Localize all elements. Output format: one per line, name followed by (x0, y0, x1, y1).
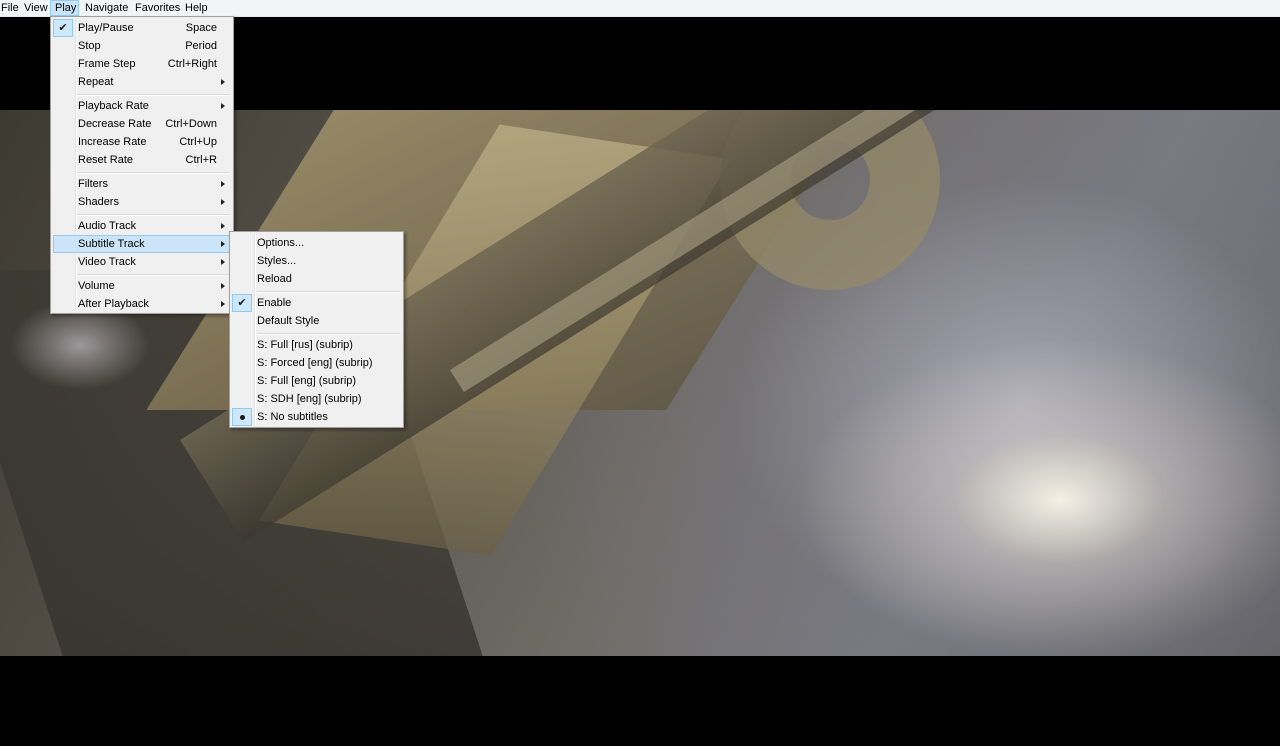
menu-item-label: S: Forced [eng] (subrip) (257, 357, 373, 369)
menu-item-subtitle-styles[interactable]: Styles... (232, 252, 401, 270)
menu-item-label: Video Track (78, 256, 136, 268)
menu-item-subtitle-reload[interactable]: Reload (232, 270, 401, 288)
menu-item-increase-rate[interactable]: Increase Rate Ctrl+Up (53, 133, 231, 151)
submenu-arrow-icon (221, 199, 225, 205)
menu-item-label: Subtitle Track (78, 238, 145, 250)
radio-dot-icon (232, 408, 252, 426)
check-icon: ✔ (53, 19, 73, 37)
menu-item-label: Increase Rate (78, 136, 147, 148)
menu-item-frame-step[interactable]: Frame Step Ctrl+Right (53, 55, 231, 73)
menu-view[interactable]: View (19, 0, 53, 16)
menu-item-label: Repeat (78, 76, 114, 88)
menu-favorites[interactable]: Favorites (130, 0, 185, 16)
submenu-arrow-icon (221, 79, 225, 85)
menu-item-label: Reset Rate (78, 154, 134, 166)
check-icon: ✔ (232, 294, 252, 312)
menu-item-subtitle-enable[interactable]: ✔ Enable (232, 294, 401, 312)
menu-item-filters[interactable]: Filters (53, 175, 231, 193)
menu-item-shortcut: Ctrl+R (185, 154, 217, 166)
menu-item-label: S: Full [rus] (subrip) (257, 339, 353, 351)
menu-item-stop[interactable]: Stop Period (53, 37, 231, 55)
submenu-arrow-icon (221, 223, 225, 229)
menu-navigate[interactable]: Navigate (80, 0, 133, 16)
menu-item-label: S: No subtitles (257, 411, 328, 423)
menu-item-shortcut: Space (185, 22, 217, 34)
menu-item-shortcut: Ctrl+Down (165, 118, 217, 130)
menu-item-subtitle-forced-eng[interactable]: S: Forced [eng] (subrip) (232, 354, 401, 372)
menu-item-label: Frame Step (78, 58, 136, 70)
menu-item-subtitle-none[interactable]: S: No subtitles (232, 408, 401, 426)
menu-item-subtitle-options[interactable]: Options... (232, 234, 401, 252)
menu-separator (78, 94, 230, 96)
menu-item-shortcut: Ctrl+Up (179, 136, 217, 148)
menu-item-label: S: Full [eng] (subrip) (257, 375, 357, 387)
menu-item-subtitle-full-rus[interactable]: S: Full [rus] (subrip) (232, 336, 401, 354)
menu-item-label: Reload (257, 273, 292, 285)
menu-item-label: S: SDH [eng] (subrip) (257, 393, 362, 405)
menu-item-decrease-rate[interactable]: Decrease Rate Ctrl+Down (53, 115, 231, 133)
menu-item-shortcut: Period (185, 40, 217, 52)
menu-separator (78, 214, 230, 216)
submenu-arrow-icon (221, 283, 225, 289)
menu-item-label: Filters (78, 178, 108, 190)
menu-item-label: Shaders (78, 196, 119, 208)
play-menu: ✔ Play/Pause Space Stop Period Frame Ste… (50, 16, 234, 314)
menu-item-label: Audio Track (78, 220, 137, 232)
menu-item-label: Stop (78, 40, 101, 52)
menu-item-audio-track[interactable]: Audio Track (53, 217, 231, 235)
menu-item-repeat[interactable]: Repeat (53, 73, 231, 91)
menu-item-label: Playback Rate (78, 100, 149, 112)
submenu-arrow-icon (221, 259, 225, 265)
menu-item-playback-rate[interactable]: Playback Rate (53, 97, 231, 115)
menu-item-reset-rate[interactable]: Reset Rate Ctrl+R (53, 151, 231, 169)
menu-help[interactable]: Help (180, 0, 213, 16)
submenu-arrow-icon (221, 103, 225, 109)
menu-item-label: Enable (257, 297, 292, 309)
menu-item-label: After Playback (78, 298, 149, 310)
menu-item-play-pause[interactable]: ✔ Play/Pause Space (53, 19, 231, 37)
submenu-arrow-icon (221, 181, 225, 187)
menu-item-label: Styles... (257, 255, 297, 267)
menu-play[interactable]: Play (50, 0, 79, 16)
menu-separator (78, 274, 230, 276)
menu-item-label: Decrease Rate (78, 118, 152, 130)
menu-item-after-playback[interactable]: After Playback (53, 295, 231, 313)
menu-item-shortcut: Ctrl+Right (167, 58, 217, 70)
menu-bar: File View Play Navigate Favorites Help (0, 0, 1280, 17)
menu-item-shaders[interactable]: Shaders (53, 193, 231, 211)
menu-item-label: Volume (78, 280, 115, 292)
menu-item-subtitle-track[interactable]: Subtitle Track (53, 235, 231, 253)
subtitle-track-submenu: Options... Styles... Reload ✔ Enable Def… (229, 231, 404, 428)
menu-item-label: Default Style (257, 315, 320, 327)
menu-separator (257, 333, 400, 335)
menu-item-subtitle-sdh-eng[interactable]: S: SDH [eng] (subrip) (232, 390, 401, 408)
menu-item-label: Play/Pause (78, 22, 134, 34)
menu-item-subtitle-full-eng[interactable]: S: Full [eng] (subrip) (232, 372, 401, 390)
menu-item-subtitle-default-style[interactable]: Default Style (232, 312, 401, 330)
submenu-arrow-icon (221, 241, 225, 247)
menu-item-label: Options... (257, 237, 305, 249)
menu-separator (78, 172, 230, 174)
menu-item-video-track[interactable]: Video Track (53, 253, 231, 271)
menu-separator (257, 291, 400, 293)
submenu-arrow-icon (221, 301, 225, 307)
menu-item-volume[interactable]: Volume (53, 277, 231, 295)
